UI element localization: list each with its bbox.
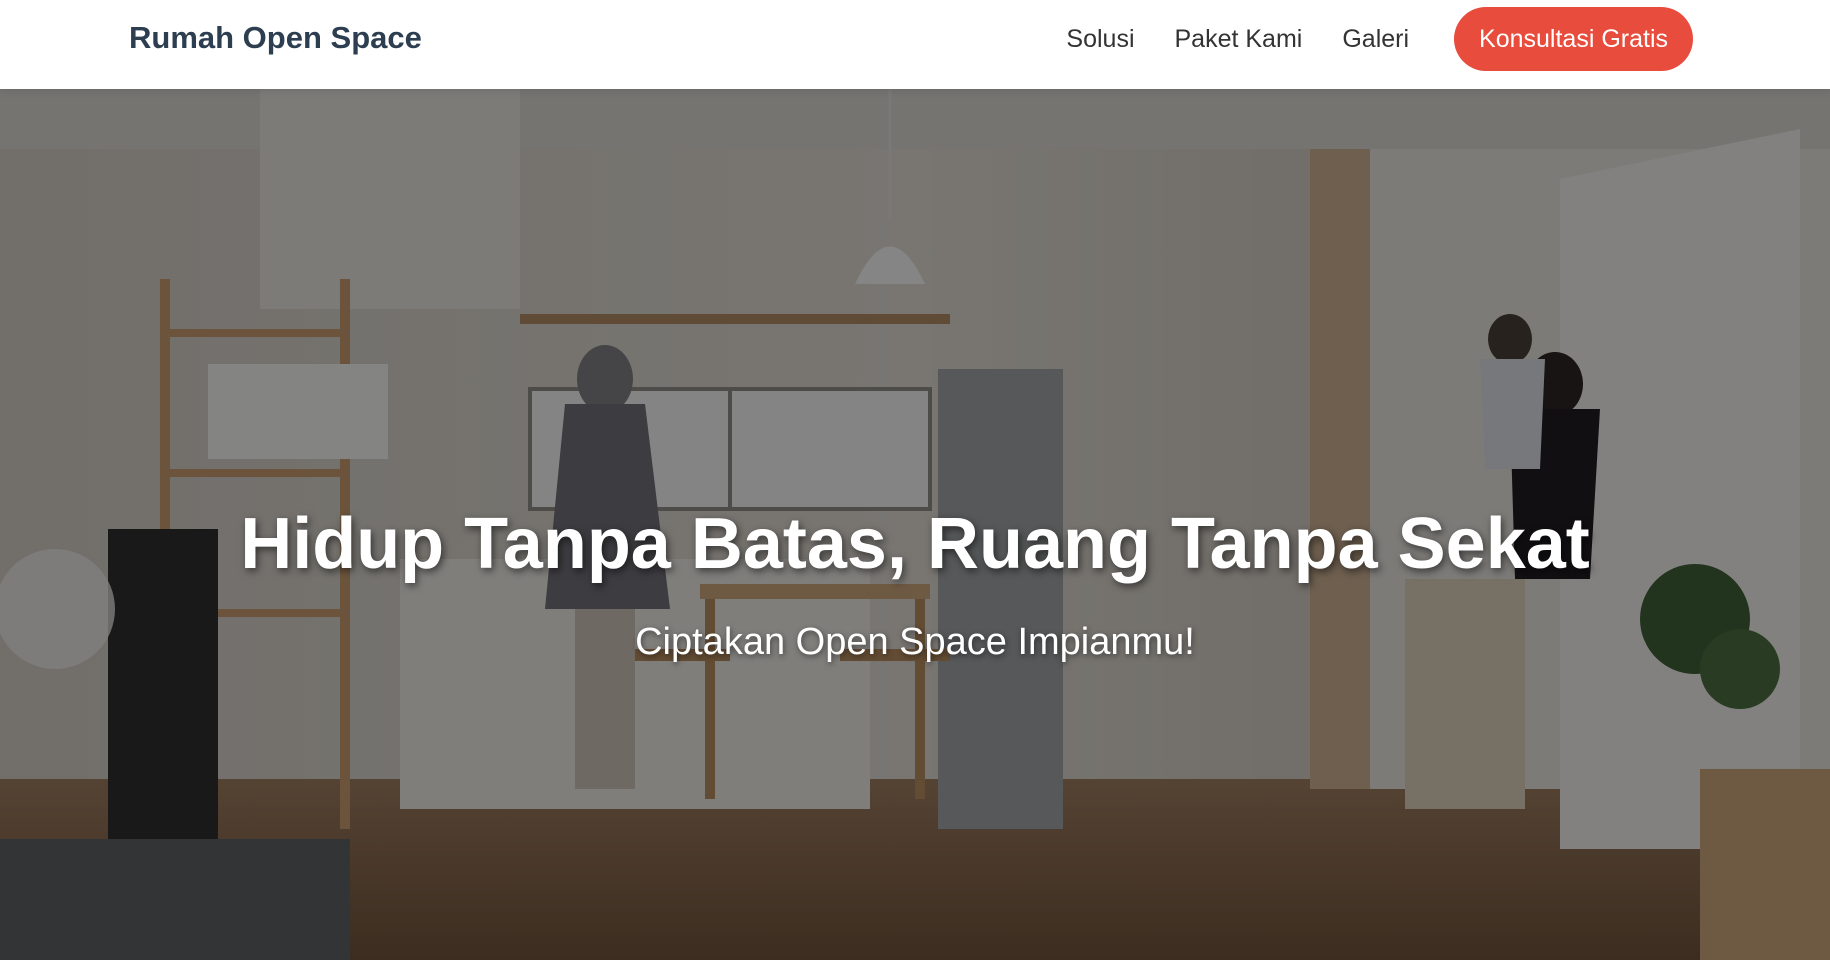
hero-title: Hidup Tanpa Batas, Ruang Tanpa Sekat <box>240 504 1590 584</box>
hero-subtitle: Ciptakan Open Space Impianmu! <box>635 621 1195 663</box>
nav-menu: Solusi Paket Kami Galeri Konsultasi Grat… <box>1066 7 1693 71</box>
nav-link-paket-kami[interactable]: Paket Kami <box>1175 24 1303 54</box>
navbar: Rumah Open Space Solusi Paket Kami Galer… <box>0 0 1830 89</box>
konsultasi-gratis-button[interactable]: Konsultasi Gratis <box>1454 7 1693 71</box>
nav-link-solusi[interactable]: Solusi <box>1066 24 1134 54</box>
nav-link-galeri[interactable]: Galeri <box>1342 24 1409 54</box>
brand-logo-link[interactable]: Rumah Open Space <box>129 20 422 56</box>
hero-section: Hidup Tanpa Batas, Ruang Tanpa Sekat Cip… <box>0 89 1830 960</box>
